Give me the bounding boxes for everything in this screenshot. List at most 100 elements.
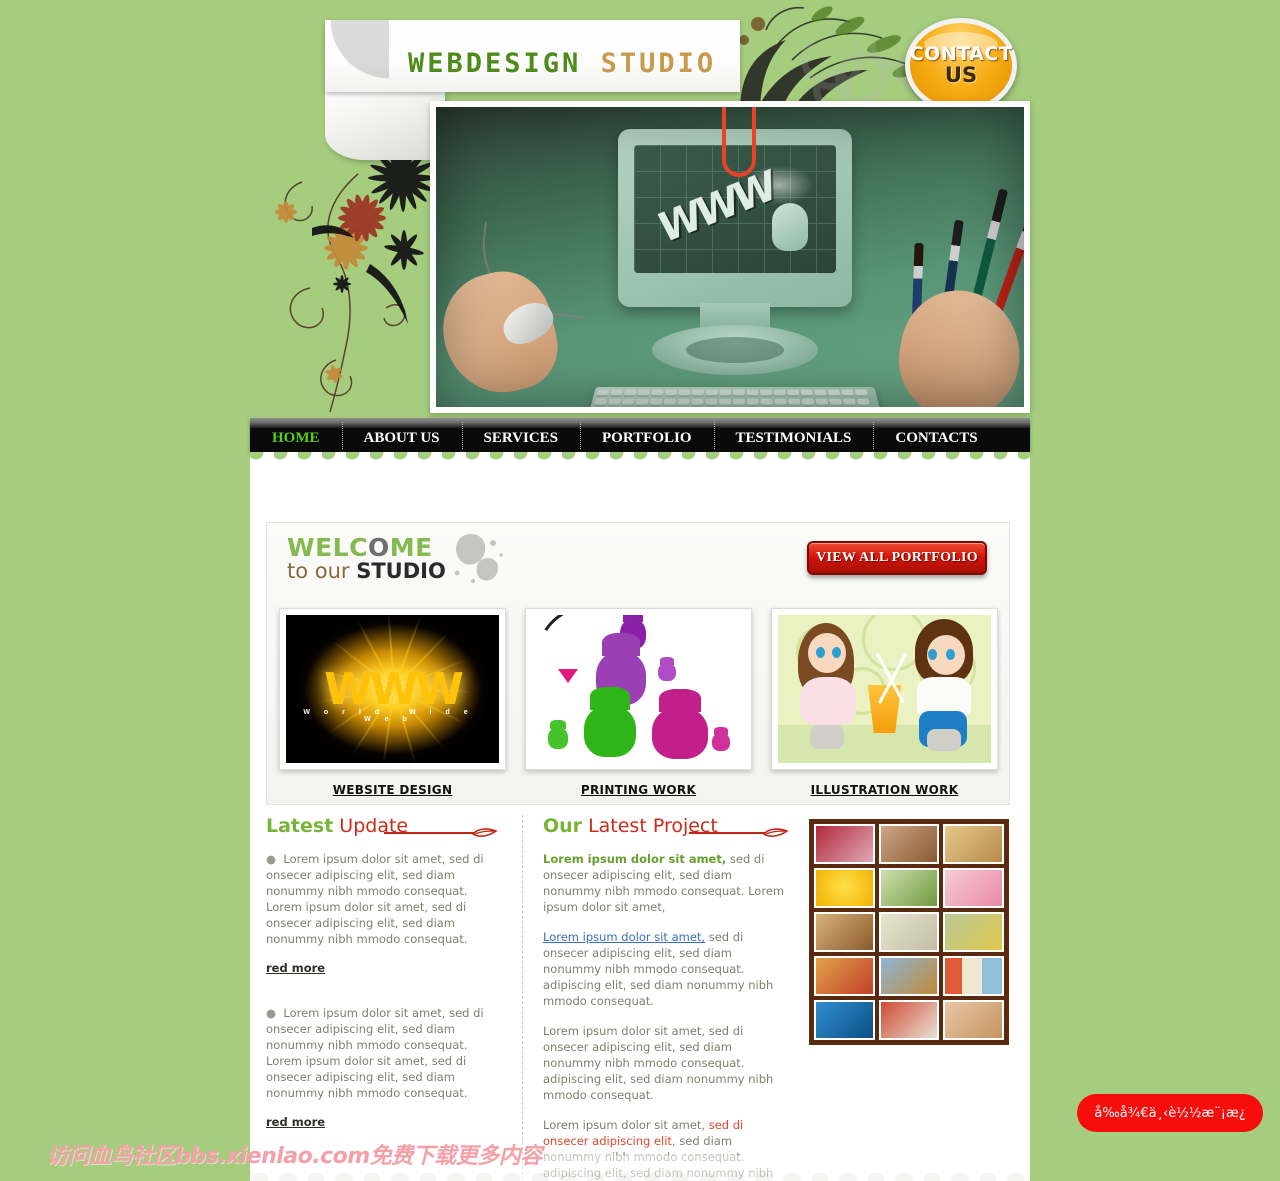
- latest-project-column: Our Latest Project Lorem ipsum dolor sit…: [531, 815, 799, 1181]
- view-all-portfolio-button[interactable]: VIEW ALL PORTFOLIO: [807, 541, 987, 575]
- boy-eye: [946, 649, 955, 660]
- gallery-stamp: [878, 824, 940, 864]
- boy-stool: [927, 729, 961, 751]
- nav-label: ABOUT US: [363, 429, 440, 446]
- gallery-stamp: [943, 824, 1004, 864]
- logo-web-text: WEBDESIGN: [408, 48, 582, 79]
- bullet-icon: ●: [266, 852, 284, 866]
- welcome-title: WELCOME to our STUDIO: [287, 533, 446, 583]
- portfolio-item-illustration-work: ILLUSTRATION WORK: [771, 608, 998, 797]
- stamp-image: [880, 826, 938, 862]
- paperclip-icon: [722, 107, 756, 177]
- welcome-title-part-a: WELC: [287, 533, 368, 562]
- hero-desk-illustration: WWW: [436, 107, 1024, 407]
- project-gallery-column: [799, 815, 1009, 1181]
- thumbnail-frame[interactable]: WWW World Wide Web: [279, 608, 506, 770]
- logo-studio-text: STUDIO: [600, 48, 717, 79]
- floral-ornament: [275, 160, 436, 413]
- portfolio-caption-printing-work[interactable]: PRINTING WORK: [525, 783, 752, 797]
- stamp-image: [816, 1002, 873, 1038]
- gallery-stamp: [943, 912, 1004, 952]
- girl-dress: [800, 677, 856, 725]
- thumbnail-image-handprints: [532, 615, 745, 763]
- latest-update-paragraph-2: ● Lorem ipsum dolor sit amet, sed di ons…: [266, 1005, 498, 1101]
- gallery-stamp: [943, 868, 1004, 908]
- paragraph-bold-text: Lorem ipsum dolor sit amet,: [543, 852, 727, 866]
- stamp-image: [816, 958, 873, 994]
- heading-part-a: Latest: [266, 815, 334, 837]
- girl-stool: [810, 725, 844, 749]
- thumbnail-image-www: WWW World Wide Web: [286, 615, 499, 763]
- project-inline-link[interactable]: Lorem ipsum dolor sit amet,: [543, 930, 705, 944]
- nav-item-testimonials[interactable]: TESTIMONIALS: [713, 418, 874, 452]
- handprint-icon: [584, 687, 636, 757]
- stamp-image: [945, 870, 1002, 906]
- page-root: WEBDESIGN STUDIO CONTACT US WWW HOME ABO…: [0, 0, 1280, 1181]
- ink-splat-decoration: [454, 533, 503, 583]
- contact-us-line1: CONTACT: [909, 43, 1013, 65]
- welcome-panel: WELCOME to our STUDIO VIEW ALL PORTFOLIO: [266, 522, 1010, 805]
- paragraph-text: Lorem ipsum dolor sit amet, sed di onsec…: [543, 1024, 774, 1102]
- floating-download-label: å‰å¾€ä¸‹è½½æ¨¡æ¿: [1094, 1105, 1246, 1121]
- stamp-image: [945, 1002, 1002, 1038]
- floating-download-button[interactable]: å‰å¾€ä¸‹è½½æ¨¡æ¿: [1077, 1094, 1263, 1132]
- nav-label: PORTFOLIO: [602, 429, 692, 446]
- gallery-stamp: [878, 1000, 940, 1040]
- welcome-subtitle-text: to our: [287, 559, 357, 583]
- stamp-image: [880, 870, 938, 906]
- gallery-stamp: [814, 1000, 875, 1040]
- logo-paper-curl: [325, 92, 445, 160]
- portfolio-caption-illustration-work[interactable]: ILLUSTRATION WORK: [771, 783, 998, 797]
- heading-part-a: Our: [543, 815, 583, 837]
- latest-project-heading: Our Latest Project: [543, 815, 789, 837]
- contact-us-button[interactable]: CONTACT US: [905, 18, 1017, 113]
- contact-us-line2: US: [944, 63, 978, 87]
- read-more-link-2[interactable]: red more: [266, 1115, 325, 1129]
- handprint-icon: [548, 719, 568, 749]
- www-subtitle: World Wide Web: [303, 709, 482, 723]
- content-sheet: WELCOME to our STUDIO VIEW ALL PORTFOLIO: [250, 452, 1030, 1181]
- paragraph-text-a: Lorem ipsum dolor sit amet,: [543, 1118, 709, 1132]
- gallery-stamp: [814, 868, 875, 908]
- leaf-swirl-icon: [472, 828, 498, 837]
- thumbnail-frame[interactable]: [525, 608, 752, 770]
- boy-eye: [928, 649, 937, 660]
- welcome-title-line1: WELCOME: [287, 533, 446, 562]
- nav-item-home[interactable]: HOME: [250, 418, 342, 452]
- stamp-image: [945, 958, 1002, 994]
- portfolio-item-printing-work: PRINTING WORK: [525, 608, 752, 797]
- view-all-portfolio-label: VIEW ALL PORTFOLIO: [816, 550, 978, 565]
- handprint-icon: [712, 726, 730, 751]
- lower-content-columns: Latest Update ● Lorem ipsum dolor sit am…: [266, 815, 1014, 1181]
- latest-update-column: Latest Update ● Lorem ipsum dolor sit am…: [266, 815, 514, 1181]
- nav-label: TESTIMONIALS: [735, 429, 852, 446]
- project-paragraph-2: Lorem ipsum dolor sit amet, sed di onsec…: [543, 929, 789, 1009]
- project-paragraph-1: Lorem ipsum dolor sit amet, sed di onsec…: [543, 851, 789, 915]
- stamp-image: [880, 1002, 938, 1038]
- read-more-link-1[interactable]: red more: [266, 961, 325, 975]
- stamp-image: [816, 870, 873, 906]
- girl-eye: [816, 647, 825, 658]
- site-logo[interactable]: WEBDESIGN STUDIO: [408, 48, 716, 79]
- nav-item-portfolio[interactable]: PORTFOLIO: [580, 418, 713, 452]
- gallery-stamp: [943, 956, 1004, 996]
- nav-item-contacts[interactable]: CONTACTS: [873, 418, 999, 452]
- gallery-stamp: [943, 1000, 1004, 1040]
- triangle-decoration: [558, 669, 578, 683]
- stamp-gallery: [809, 819, 1009, 1045]
- hero-image-frame: WWW: [430, 101, 1030, 413]
- nav-item-services[interactable]: SERVICES: [461, 418, 581, 452]
- thumbnail-frame[interactable]: [771, 608, 998, 770]
- nav-label: CONTACTS: [895, 429, 978, 446]
- portfolio-caption-website-design[interactable]: WEBSITE DESIGN: [279, 783, 506, 797]
- latest-update-heading: Latest Update: [266, 815, 498, 837]
- nav-item-about-us[interactable]: ABOUT US: [341, 418, 462, 452]
- leaf-swirl-icon: [763, 828, 789, 837]
- portfolio-thumbnails: WWW World Wide Web WEBSITE DESIGN PRINTI…: [279, 608, 999, 797]
- project-paragraph-3: Lorem ipsum dolor sit amet, sed di onsec…: [543, 1023, 789, 1103]
- stamp-image: [945, 826, 1002, 862]
- stamp-image: [816, 826, 873, 862]
- thumbnail-image-kids: [778, 615, 991, 763]
- handprint-icon: [658, 656, 676, 681]
- girl-eye: [832, 647, 841, 658]
